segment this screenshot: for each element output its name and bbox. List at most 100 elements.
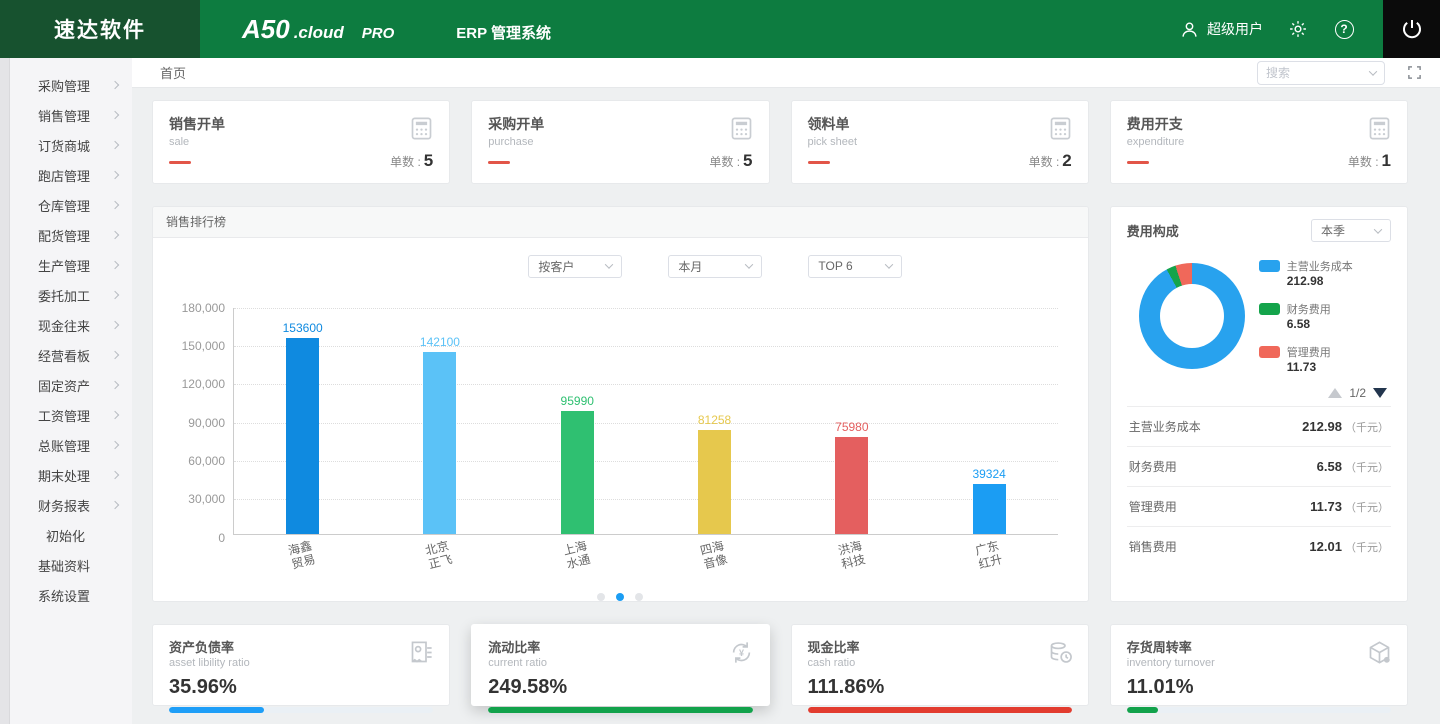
sidebar-item-6[interactable]: 配货管理	[10, 220, 132, 250]
stat-card-1[interactable]: 销售开单sale单数 :5	[152, 100, 450, 184]
pager-dot-2[interactable]	[616, 593, 624, 601]
bar[interactable]	[561, 411, 594, 534]
expense-row: 主营业务成本212.98 （千元）	[1127, 406, 1391, 446]
sidebar-item-11[interactable]: 固定资产	[10, 370, 132, 400]
chart-filter-select-3[interactable]: TOP 6	[808, 255, 902, 278]
stat-card-4[interactable]: 费用开支expenditure单数 :1	[1110, 100, 1408, 184]
sidebar-item-8[interactable]: 委托加工	[10, 280, 132, 310]
filter-value: TOP 6	[818, 259, 852, 273]
search-combobox[interactable]	[1257, 61, 1385, 85]
sidebar-scrollbar[interactable]	[0, 58, 10, 724]
sidebar-item-5[interactable]: 仓库管理	[10, 190, 132, 220]
fullscreen-icon[interactable]	[1407, 65, 1422, 80]
sidebar-item-12[interactable]: 工资管理	[10, 400, 132, 430]
bar-value-label: 95990	[561, 394, 594, 408]
calculator-icon	[1366, 115, 1393, 142]
sidebar-item-15[interactable]: 财务报表	[10, 490, 132, 520]
bar[interactable]	[286, 338, 319, 534]
sidebar-item-label: 销售管理	[38, 106, 90, 125]
sidebar-item-3[interactable]: 订货商城	[10, 130, 132, 160]
sidebar-item-10[interactable]: 经营看板	[10, 340, 132, 370]
stat-count-label: 单数 :	[709, 155, 740, 169]
pager-dot-1[interactable]	[597, 593, 605, 601]
kpi-card-3[interactable]: 现金比率cash ratio111.86%	[791, 624, 1089, 706]
y-axis-tick: 30,000	[188, 492, 225, 506]
user-menu[interactable]: 超级用户	[1178, 18, 1263, 40]
header-bar: A50 .cloud PRO ERP 管理系统 超级用户 ?	[200, 0, 1383, 58]
legend-name: 主营业务成本	[1287, 258, 1353, 274]
gear-icon[interactable]	[1287, 18, 1309, 40]
app-header: 速达软件 A50 .cloud PRO ERP 管理系统 超级用户	[0, 0, 1440, 58]
logout-button[interactable]	[1383, 0, 1440, 58]
legend-value: 11.73	[1287, 360, 1331, 374]
sidebar: 采购管理销售管理订货商城跑店管理仓库管理配货管理生产管理委托加工现金往来经营看板…	[10, 58, 132, 724]
chevron-right-icon	[111, 501, 119, 509]
kpi-subtitle: inventory turnover	[1127, 657, 1391, 669]
kpi-card-1[interactable]: 资产负债率asset libility ratio35.96%	[152, 624, 450, 706]
pager-up-icon[interactable]	[1328, 388, 1342, 398]
chevron-right-icon	[111, 171, 119, 179]
bar[interactable]	[835, 437, 868, 534]
sidebar-item-18[interactable]: 系统设置	[10, 580, 132, 610]
kpi-card-4[interactable]: 存货周转率inventory turnover11.01%	[1110, 624, 1408, 706]
chevron-right-icon	[111, 471, 119, 479]
kpi-value: 249.58%	[488, 676, 752, 699]
breadcrumb-home-tab[interactable]: 首页	[160, 63, 186, 82]
sidebar-item-9[interactable]: 现金往来	[10, 310, 132, 340]
stat-card-count: 单数 :5	[390, 151, 433, 171]
stat-card-title: 领料单	[808, 114, 1072, 134]
stat-card-subtitle: pick sheet	[808, 136, 1072, 148]
chevron-right-icon	[111, 201, 119, 209]
brand-logo: 速达软件	[0, 0, 200, 58]
pager-dot-3[interactable]	[635, 593, 643, 601]
sidebar-item-2[interactable]: 销售管理	[10, 100, 132, 130]
kpi-value: 111.86%	[808, 676, 1072, 699]
bar-value-label: 153600	[283, 321, 323, 335]
expense-row-label: 主营业务成本	[1129, 418, 1201, 435]
sidebar-item-label: 采购管理	[38, 76, 90, 95]
stat-card-3[interactable]: 领料单pick sheet单数 :2	[791, 100, 1089, 184]
sidebar-item-4[interactable]: 跑店管理	[10, 160, 132, 190]
bar-value-label: 75980	[835, 420, 868, 434]
chevron-right-icon	[111, 321, 119, 329]
bar[interactable]	[698, 430, 731, 534]
sidebar-item-label: 委托加工	[38, 286, 90, 305]
sidebar-item-13[interactable]: 总账管理	[10, 430, 132, 460]
expense-row-number: 212.98	[1302, 419, 1342, 434]
legend-swatch	[1259, 303, 1280, 315]
bar[interactable]	[973, 484, 1006, 534]
sidebar-item-1[interactable]: 采购管理	[10, 70, 132, 100]
pager-down-icon[interactable]	[1373, 388, 1387, 398]
chevron-down-icon	[885, 260, 893, 268]
sidebar-item-7[interactable]: 生产管理	[10, 250, 132, 280]
stat-card-title: 采购开单	[488, 114, 752, 134]
breadcrumb-bar: 首页	[132, 58, 1440, 88]
stat-card-dash	[1127, 161, 1149, 164]
expense-row-value: 6.58 （千元）	[1317, 459, 1389, 475]
chart-filter-select-2[interactable]: 本月	[668, 255, 762, 278]
stat-card-2[interactable]: 采购开单purchase单数 :5	[471, 100, 769, 184]
sidebar-item-label: 配货管理	[38, 226, 90, 245]
bar-value-label: 39324	[972, 467, 1005, 481]
search-input[interactable]	[1266, 66, 1364, 80]
pager-label: 1/2	[1349, 386, 1366, 400]
sidebar-item-14[interactable]: 期末处理	[10, 460, 132, 490]
bar[interactable]	[423, 352, 456, 534]
bar-slot: 95990	[509, 308, 646, 534]
stat-card-subtitle: sale	[169, 136, 433, 148]
user-name: 超级用户	[1207, 19, 1263, 39]
stat-card-count: 单数 :5	[709, 151, 752, 171]
product-title: A50 .cloud PRO ERP 管理系统	[242, 14, 551, 45]
sidebar-item-16[interactable]: 初始化	[10, 520, 132, 550]
y-axis-tick: 150,000	[182, 339, 225, 353]
kpi-card-2[interactable]: 流动比率current ratio249.58%¥	[471, 624, 769, 706]
calculator-icon	[1047, 115, 1074, 142]
sidebar-item-17[interactable]: 基础资料	[10, 550, 132, 580]
period-select[interactable]: 本季	[1311, 219, 1391, 242]
stat-count-value: 5	[743, 151, 752, 170]
help-icon[interactable]: ?	[1333, 18, 1355, 40]
sales-panel-title: 销售排行榜	[153, 207, 1088, 238]
kpi-progress-fill	[488, 707, 752, 713]
chart-filter-select-1[interactable]: 按客户	[528, 255, 622, 278]
sidebar-item-label: 跑店管理	[38, 166, 90, 185]
